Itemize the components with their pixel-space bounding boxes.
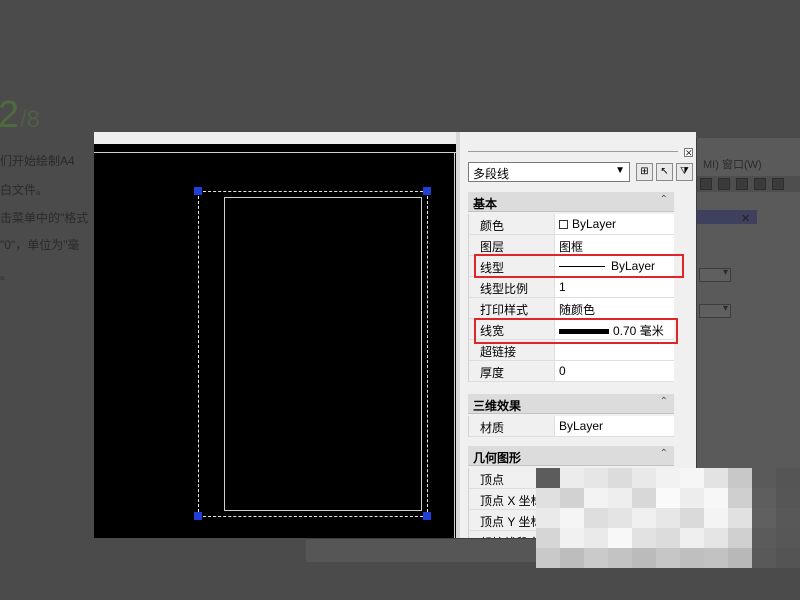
prop-value-lineweight[interactable]: 0.70 毫米 [555,319,675,339]
prop-row-plot-style[interactable]: 打印样式 随颜色 [469,298,674,319]
prop-row-material[interactable]: 材质 ByLayer [469,416,674,437]
prop-value-text: 0.70 毫米 [613,324,664,338]
lineweight-sample-icon [559,329,609,334]
titlebar-grip [468,151,678,152]
toggle-pickadd-icon[interactable]: ⊞ [636,163,653,181]
background-dropdown [699,267,731,282]
prop-value-hyperlink[interactable] [555,340,675,360]
tutorial-line: 。 [0,268,13,282]
prop-value-color[interactable]: ByLayer [555,214,675,234]
grip-top-right[interactable] [423,187,431,195]
toolbar-icon [754,178,766,190]
viewport-border-right [454,152,455,538]
background-toolbar [697,176,800,192]
prop-key: 超链接 [469,340,555,360]
quick-select-icon[interactable]: ⧩ [676,163,693,181]
prop-row-color[interactable]: 颜色 ByLayer [469,214,674,235]
section-header-basic[interactable]: 基本 ⌃ [468,192,674,212]
prop-row-lineweight[interactable]: 线宽 0.70 毫米 [469,319,674,340]
tutorial-line: 白文件。 [0,183,49,197]
prop-value-material[interactable]: ByLayer [555,416,675,436]
grip-top-left[interactable] [194,187,202,195]
prop-key: 厚度 [469,361,555,381]
tutorial-line: "0"，单位为"毫 [0,238,80,252]
color-swatch-icon [559,220,568,229]
prop-value-text: ByLayer [611,259,656,273]
chevron-down-icon: ▼ [615,165,625,176]
object-type-value: 多段线 [473,167,510,181]
viewport-border-top [94,152,456,153]
toolbar-icon [718,178,730,190]
prop-key: 线宽 [469,319,555,339]
section-header-geometry[interactable]: 几何图形 ⌃ [468,446,674,466]
prop-key: 线型比例 [469,277,555,297]
prop-row-linetype-scale[interactable]: 线型比例 1 [469,277,674,298]
3d-properties-table: 材质 ByLayer [468,416,674,437]
blurred-region [536,468,800,568]
background-dropdown [699,303,731,318]
section-header-3d-effects[interactable]: 三维效果 ⌃ [468,394,674,414]
prop-row-layer[interactable]: 图层 图框 [469,235,674,256]
toolbar-icon [700,178,712,190]
prop-value-linetype[interactable]: ByLayer [555,256,675,276]
object-type-select[interactable]: 多段线 ▼ [468,162,630,182]
collapse-icon[interactable]: ⌃ [660,194,668,205]
section-title: 基本 [473,197,498,211]
prop-key: 线型 [469,256,555,276]
drawing-canvas[interactable] [94,144,456,538]
prop-row-hyperlink[interactable]: 超链接 [469,340,674,361]
grip-bottom-right[interactable] [423,512,431,520]
collapse-icon[interactable]: ⌃ [660,396,668,407]
prop-key: 材质 [469,416,555,436]
toolbar-icon [736,178,748,190]
tutorial-line: 击菜单中的"格式 [0,211,89,225]
step-number: 2 [0,94,20,136]
prop-row-linetype[interactable]: 线型 ByLayer [469,256,674,277]
background-menu-strip: MI) 窗口(W) [703,159,762,171]
select-objects-icon[interactable]: ↖ [656,163,673,181]
linetype-sample-icon [559,266,605,267]
section-title: 三维效果 [473,399,522,413]
prop-value-thickness[interactable]: 0 [555,361,675,381]
close-icon[interactable]: ✕ [684,148,693,158]
prop-key: 颜色 [469,214,555,234]
prop-value-plot-style[interactable]: 随颜色 [555,298,675,318]
section-title: 几何图形 [473,451,522,465]
grip-bottom-left[interactable] [194,512,202,520]
prop-key: 图层 [469,235,555,255]
tutorial-line: 们开始绘制A4 [0,154,75,168]
prop-key: 打印样式 [469,298,555,318]
close-icon: ✕ [741,213,751,225]
basic-properties-table: 颜色 ByLayer 图层 图框 线型 ByLayer 线型比例 1 打印样式 … [468,214,674,382]
prop-value-text: ByLayer [572,217,617,231]
palette-titlebar[interactable]: ✕ [460,144,696,158]
prop-row-thickness[interactable]: 厚度 0 [469,361,674,382]
prop-value-layer[interactable]: 图框 [555,235,675,255]
collapse-icon[interactable]: ⌃ [660,448,668,459]
help-icon [772,178,784,190]
inner-border-rectangle[interactable] [224,197,422,511]
step-total: /8 [20,106,41,133]
prop-value-linetype-scale[interactable]: 1 [555,277,675,297]
